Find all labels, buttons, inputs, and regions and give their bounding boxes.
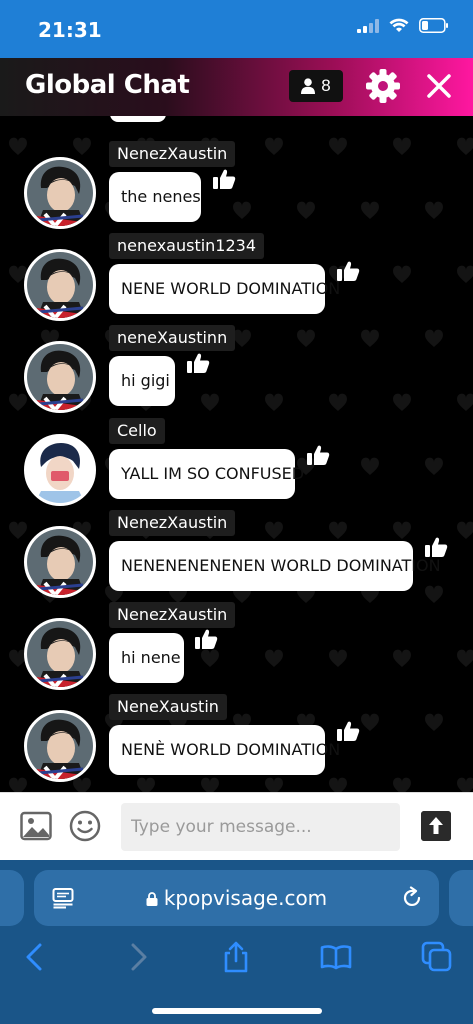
message-input[interactable] xyxy=(121,803,400,851)
message-bubble: the nenes xyxy=(109,172,201,222)
chat-message: neneXaustinn hi gigi xyxy=(0,325,473,417)
message-bubble: YALL IM SO CONFUSED xyxy=(109,449,304,499)
chat-title: Global Chat xyxy=(25,70,190,100)
like-thumbs-up-icon[interactable] xyxy=(212,168,236,190)
wifi-icon xyxy=(389,18,409,32)
chat-messages[interactable]: NenezXaustin the nenes nenexaustin1234 NENE… xyxy=(0,116,473,792)
url-display: kpopvisage.com xyxy=(34,886,439,910)
chat-message: NenezXaustin the nenes xyxy=(0,141,473,233)
user-avatar[interactable] xyxy=(24,157,96,229)
chat-message: NenezXaustin hi nene xyxy=(0,602,473,694)
message-username[interactable]: NenezXaustin xyxy=(109,141,236,167)
settings-gear-icon[interactable] xyxy=(365,68,401,104)
message-bubble: hi gigi xyxy=(109,356,175,406)
emoji-icon[interactable] xyxy=(69,810,101,842)
message-input-bar xyxy=(0,792,473,860)
user-icon xyxy=(301,78,316,94)
battery-icon xyxy=(419,18,448,33)
like-thumbs-up-icon[interactable] xyxy=(186,352,210,374)
like-thumbs-up-icon[interactable] xyxy=(336,260,360,282)
status-time: 21:31 xyxy=(38,18,102,42)
message-username[interactable]: nenexaustin1234 xyxy=(109,233,265,259)
user-avatar[interactable] xyxy=(24,526,96,598)
like-thumbs-up-icon[interactable] xyxy=(306,444,330,466)
chat-message: NeneXaustin NENÈ WORLD DOMINATION xyxy=(0,694,473,786)
browser-nav-row xyxy=(0,940,473,980)
cellular-signal-icon xyxy=(357,18,379,33)
message-username[interactable]: NeneXaustin xyxy=(109,694,227,720)
image-upload-icon[interactable] xyxy=(20,811,52,841)
forward-arrow-icon[interactable] xyxy=(121,940,155,974)
user-avatar[interactable] xyxy=(24,341,96,413)
chat-message: NenezXaustin NENENENENENEN WORLD DOMINATI… xyxy=(0,510,473,602)
like-thumbs-up-icon[interactable] xyxy=(194,628,218,650)
url-text: kpopvisage.com xyxy=(163,886,328,910)
browser-toolbar: kpopvisage.com xyxy=(0,860,473,1024)
chat-message: Cello YALL IM SO CONFUSED xyxy=(0,418,473,510)
chat-message: nenexaustin1234 NENE WORLD DOMINATION xyxy=(0,233,473,325)
like-thumbs-up-icon[interactable] xyxy=(336,720,360,742)
close-icon[interactable] xyxy=(421,68,457,104)
back-arrow-icon[interactable] xyxy=(18,940,52,974)
previous-tab-preview[interactable] xyxy=(0,870,24,926)
address-bar[interactable]: kpopvisage.com xyxy=(34,870,439,926)
lock-icon xyxy=(146,892,158,906)
send-button[interactable] xyxy=(421,811,451,841)
online-users-button[interactable]: 8 xyxy=(289,70,343,102)
reload-icon[interactable] xyxy=(400,886,424,910)
message-username[interactable]: Cello xyxy=(109,418,165,444)
message-username[interactable]: neneXaustinn xyxy=(109,325,236,351)
online-users-count: 8 xyxy=(321,76,331,95)
status-icons xyxy=(357,18,449,33)
message-username[interactable]: NenezXaustin xyxy=(109,510,236,536)
user-avatar[interactable] xyxy=(24,618,96,690)
bookmarks-icon[interactable] xyxy=(319,940,353,974)
user-avatar[interactable] xyxy=(24,434,96,506)
like-thumbs-up-icon[interactable] xyxy=(424,536,448,558)
message-bubble: NENENENENENEN WORLD DOMINATION xyxy=(109,541,441,591)
tabs-icon[interactable] xyxy=(420,940,454,974)
share-icon[interactable] xyxy=(219,940,253,974)
home-indicator xyxy=(152,1008,322,1014)
user-avatar[interactable] xyxy=(24,249,96,321)
previous-message-bubble xyxy=(110,116,166,122)
chat-header: Global Chat 8 xyxy=(0,58,473,116)
next-tab-preview[interactable] xyxy=(449,870,473,926)
user-avatar[interactable] xyxy=(24,710,96,782)
message-username[interactable]: NenezXaustin xyxy=(109,602,236,628)
message-bubble: NENE WORLD DOMINATION xyxy=(109,264,340,314)
message-bubble: hi nene xyxy=(109,633,184,683)
message-bubble: NENÈ WORLD DOMINATION xyxy=(109,725,340,775)
status-bar: 21:31 xyxy=(0,0,473,58)
